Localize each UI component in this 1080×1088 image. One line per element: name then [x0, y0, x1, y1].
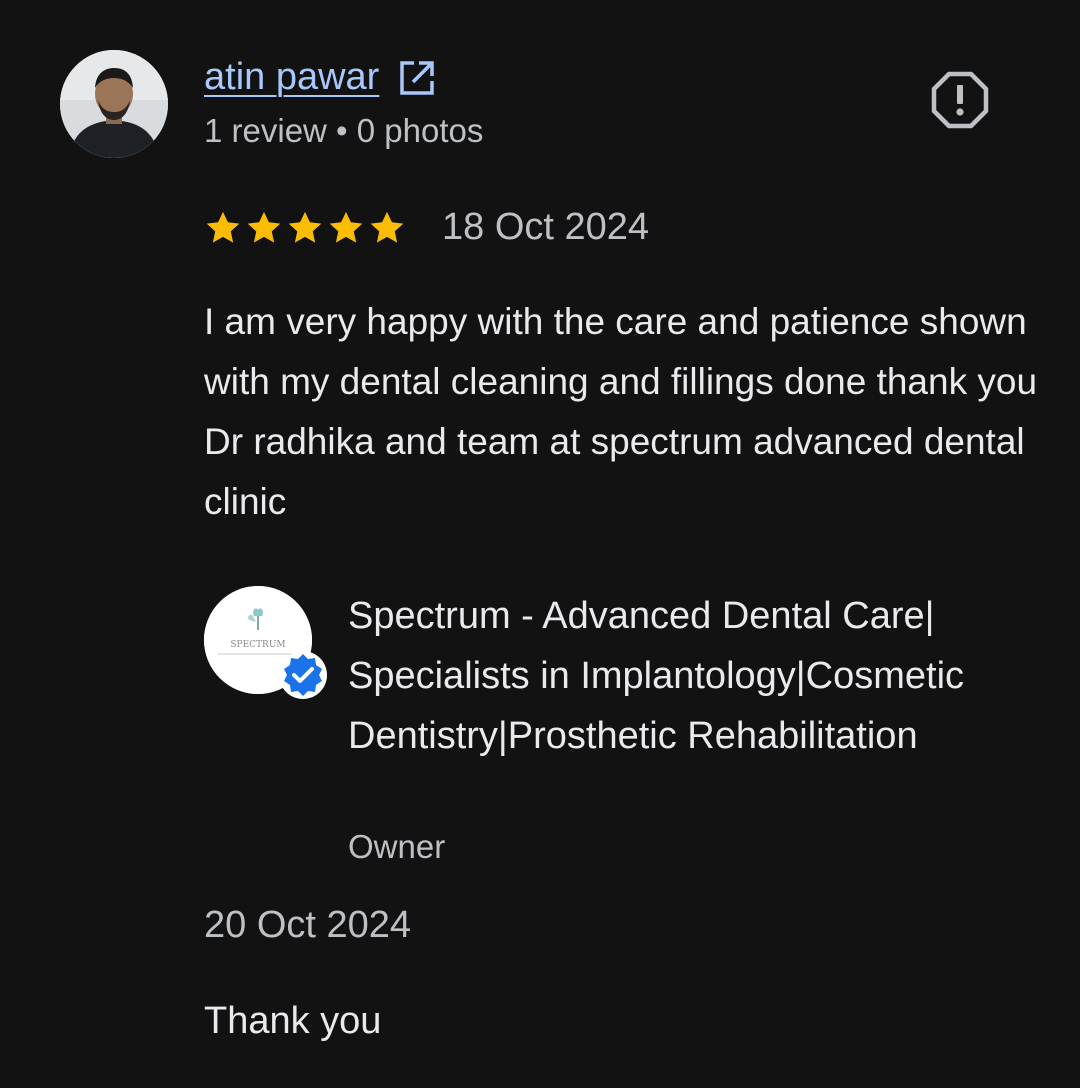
- verified-check-icon: [279, 651, 327, 699]
- star-rating: [204, 209, 406, 247]
- reply-date: 20 Oct 2024: [204, 904, 412, 946]
- review-date: 18 Oct 2024: [442, 206, 650, 248]
- owner-role: Owner: [348, 828, 446, 865]
- owner-business-name: Spectrum - Advanced Dental Care| Special…: [348, 595, 965, 757]
- external-link-icon[interactable]: [397, 58, 437, 98]
- star-icon: [206, 211, 240, 243]
- person-photo: [60, 50, 168, 158]
- reply-text: Thank you: [204, 1000, 382, 1042]
- reviewer-avatar[interactable]: [60, 50, 168, 158]
- owner-logo[interactable]: SPECTRUM: [204, 586, 327, 699]
- star-icon: [247, 211, 281, 243]
- reviewer-meta: 1 review • 0 photos: [204, 112, 484, 149]
- report-icon[interactable]: [930, 70, 990, 130]
- star-icon: [288, 211, 322, 243]
- reviewer-name-link[interactable]: atin pawar: [204, 56, 379, 99]
- reviewer-name-row: atin pawar: [204, 56, 437, 99]
- star-icon: [370, 211, 404, 243]
- star-icon: [329, 211, 363, 243]
- review-text: I am very happy with the care and patien…: [204, 301, 1038, 522]
- logo-wordmark: SPECTRUM: [230, 640, 285, 650]
- rating-row: 18 Oct 2024: [204, 206, 649, 249]
